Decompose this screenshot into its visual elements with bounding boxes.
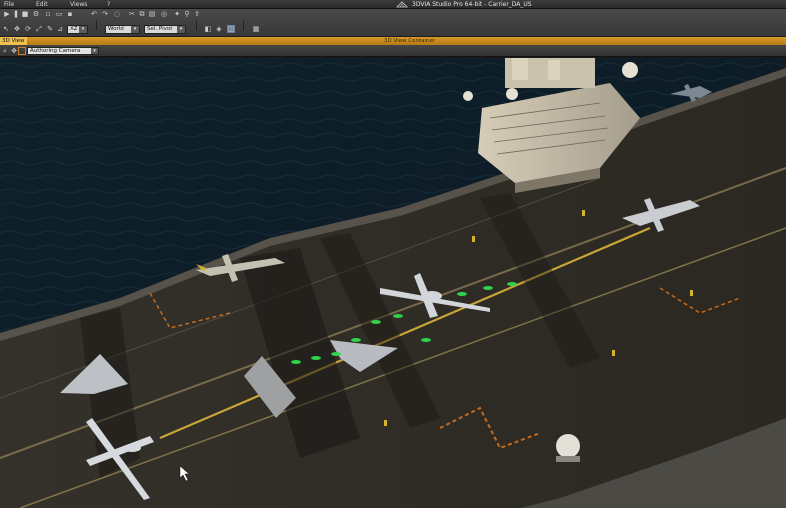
chevron-down-icon: ▾ [79, 26, 87, 33]
radar-dome [556, 434, 580, 462]
chevron-down-icon: ▾ [177, 26, 185, 33]
snap-icon[interactable]: ⊿ [56, 25, 64, 33]
axis-select-value: XZ [70, 26, 78, 32]
pause-icon[interactable]: ❚ [12, 10, 20, 18]
select-arrow-icon[interactable]: ↖ [2, 25, 10, 33]
separator [196, 20, 197, 30]
title-bar: File Edit Views ? 3DVIA Studio Pro 64-bi… [0, 0, 786, 9]
search-icon[interactable]: ◎ [160, 10, 168, 18]
chevron-down-icon: ▾ [91, 48, 98, 54]
move-icon[interactable]: ✥ [13, 25, 21, 33]
wireframe-icon[interactable]: ◈ [215, 25, 223, 33]
carrier-scene: 69 [0, 58, 786, 508]
view-container-header: 3D View 3D View Container [0, 37, 786, 45]
copy-icon[interactable]: ⧉ [138, 10, 146, 18]
link-icon[interactable]: ⚲ [183, 10, 191, 18]
3d-viewport[interactable]: 69 [0, 58, 786, 508]
menu-views[interactable]: Views [70, 1, 87, 8]
view-container-title: 3D View Container [384, 38, 436, 44]
play-icon[interactable]: ▶ [3, 10, 11, 18]
camera-bar: ⌕ ✥ Authoring Camera ▾ [0, 45, 786, 57]
frame-icon[interactable] [18, 47, 26, 55]
main-toolbar: ▶ ❚ ■ ⚙ ▫ ▭ ▪ ↶ ↷ ◌ ✂ ⧉ ▤ ◎ ✦ ⚲ ⇪ ↖ ✥ ⟳ … [0, 9, 786, 37]
rotate-icon[interactable]: ⟳ [24, 25, 32, 33]
space-select[interactable]: World ▾ [105, 25, 140, 34]
camera-view-icon[interactable]: ◫ [227, 25, 235, 33]
open-folder-icon[interactable]: ▭ [55, 10, 63, 18]
paint-icon[interactable]: ✎ [46, 25, 54, 33]
history-icon[interactable]: ◌ [113, 10, 121, 18]
axis-select[interactable]: XZ ▾ [67, 25, 88, 34]
pivot-select-value: Sel. Pivot [147, 26, 173, 32]
cut-icon[interactable]: ✂ [128, 10, 136, 18]
grid-icon[interactable]: ▦ [252, 25, 260, 33]
scale-icon[interactable]: ⤢ [35, 25, 43, 33]
chevron-down-icon: ▾ [131, 26, 139, 33]
build-icon[interactable]: ✦ [173, 10, 181, 18]
export-icon[interactable]: ⇪ [193, 10, 201, 18]
save-icon[interactable]: ▪ [66, 10, 74, 18]
redo-icon[interactable]: ↷ [101, 10, 109, 18]
menu-edit[interactable]: Edit [36, 1, 48, 8]
cube-view-icon[interactable]: ◧ [204, 25, 212, 33]
pivot-select[interactable]: Sel. Pivot ▾ [144, 25, 186, 34]
undo-icon[interactable]: ↶ [90, 10, 98, 18]
paste-icon[interactable]: ▤ [148, 10, 156, 18]
stop-icon[interactable]: ■ [21, 10, 29, 18]
camera-select-value: Authoring Camera [30, 48, 81, 54]
camera-select[interactable]: Authoring Camera ▾ [27, 47, 99, 55]
new-file-icon[interactable]: ▫ [44, 10, 52, 18]
tab-3d-view[interactable]: 3D View [0, 37, 27, 45]
pan-icon[interactable]: ✥ [10, 47, 18, 55]
3dvia-logo-icon [396, 1, 408, 8]
separator [243, 20, 244, 30]
space-select-value: World [108, 26, 124, 32]
menu-file[interactable]: File [4, 1, 14, 8]
zoom-icon[interactable]: ⌕ [1, 47, 9, 55]
separator [96, 20, 97, 30]
settings-icon[interactable]: ⚙ [32, 10, 40, 18]
window-title: 3DVIA Studio Pro 64-bit - Carrier_DA_US [412, 1, 532, 8]
menu-help[interactable]: ? [107, 1, 110, 8]
